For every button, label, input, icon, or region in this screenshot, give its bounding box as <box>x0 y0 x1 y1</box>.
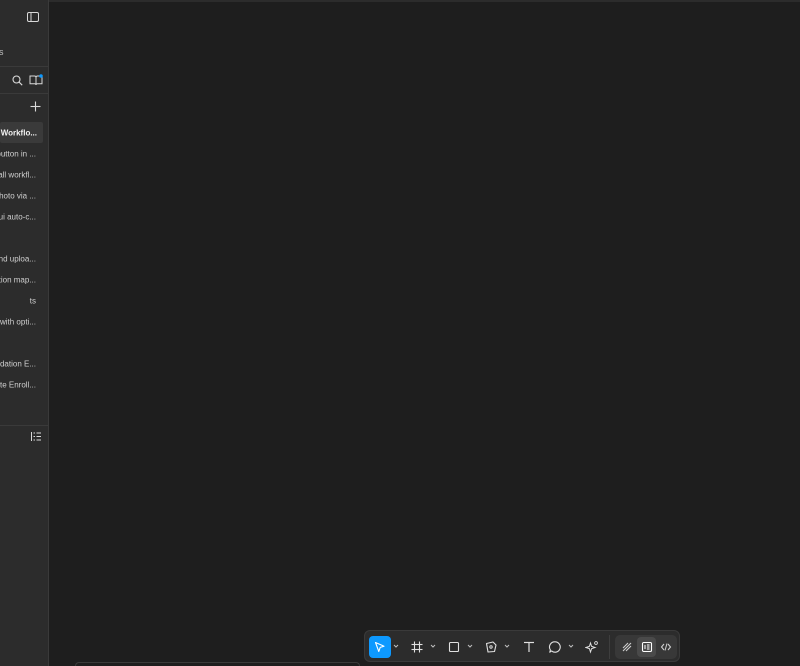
page-list-item[interactable]: with opti... <box>0 311 48 332</box>
chevron-down-icon[interactable] <box>392 642 400 650</box>
library-icon[interactable] <box>29 74 43 86</box>
divider <box>0 93 48 94</box>
page-list-item[interactable]: photo via ... <box>0 185 48 206</box>
page-list-item[interactable]: tion map... <box>0 269 48 290</box>
page-label: with opti... <box>0 317 36 326</box>
frame-hash-icon[interactable] <box>406 636 428 658</box>
page-label: button in ... <box>0 149 36 158</box>
page-list: Workflo... button in ... all workfl... p… <box>0 122 48 395</box>
layers-list-icon[interactable] <box>31 432 41 441</box>
left-sidebar: s Workflo... button in ... all workfl...… <box>0 0 49 666</box>
page-list-spacer <box>0 332 48 353</box>
divider <box>0 66 48 67</box>
draw-mode-icon[interactable] <box>617 637 636 657</box>
chevron-down-icon[interactable] <box>503 642 511 650</box>
design-mode-icon[interactable] <box>637 637 656 657</box>
dev-mode-icon[interactable] <box>656 637 675 657</box>
page-list-item[interactable]: ts <box>0 290 48 311</box>
page-label: te Enroll... <box>0 380 36 389</box>
text-icon[interactable] <box>518 636 540 658</box>
page-label: tion map... <box>0 275 36 284</box>
page-label: ts <box>29 296 36 305</box>
chevron-down-icon[interactable] <box>567 642 575 650</box>
comment-icon[interactable] <box>544 636 566 658</box>
page-list-item[interactable]: nd uploa... <box>0 248 48 269</box>
page-list-spacer <box>0 227 48 248</box>
page-label: photo via ... <box>0 191 36 200</box>
page-list-item[interactable]: te Enroll... <box>0 374 48 395</box>
ai-sparkle-icon[interactable] <box>581 636 603 658</box>
app-window: s Workflo... button in ... all workfl...… <box>0 0 800 666</box>
toolbar-divider <box>609 635 610 659</box>
page-label: nd uploa... <box>0 254 36 263</box>
chevron-down-icon[interactable] <box>429 642 437 650</box>
file-subtitle: s <box>0 47 4 57</box>
page-label: Workflo... <box>0 128 37 137</box>
page-list-item[interactable]: all workfl... <box>0 164 48 185</box>
canvas-frame-edge <box>75 662 360 666</box>
page-list-item[interactable]: Workflo... <box>0 122 43 143</box>
move-cursor-icon[interactable] <box>369 636 391 658</box>
search-icon[interactable] <box>12 75 23 86</box>
rectangle-icon[interactable] <box>443 636 465 658</box>
plus-icon <box>30 101 41 112</box>
mode-switcher <box>615 635 677 659</box>
chevron-down-icon[interactable] <box>466 642 474 650</box>
page-list-item[interactable]: button in ... <box>0 143 48 164</box>
page-list-item[interactable]: lidation E... <box>0 353 48 374</box>
page-label: lidation E... <box>0 359 36 368</box>
design-canvas[interactable] <box>50 2 800 666</box>
page-label: ui auto-c... <box>0 212 36 221</box>
page-list-item[interactable]: ui auto-c... <box>0 206 48 227</box>
panel-toggle-icon[interactable] <box>26 10 40 24</box>
add-page-button[interactable] <box>30 101 41 112</box>
page-label: all workfl... <box>0 170 36 179</box>
divider <box>0 425 48 426</box>
bottom-toolbar <box>364 630 680 662</box>
pen-icon[interactable] <box>480 636 502 658</box>
